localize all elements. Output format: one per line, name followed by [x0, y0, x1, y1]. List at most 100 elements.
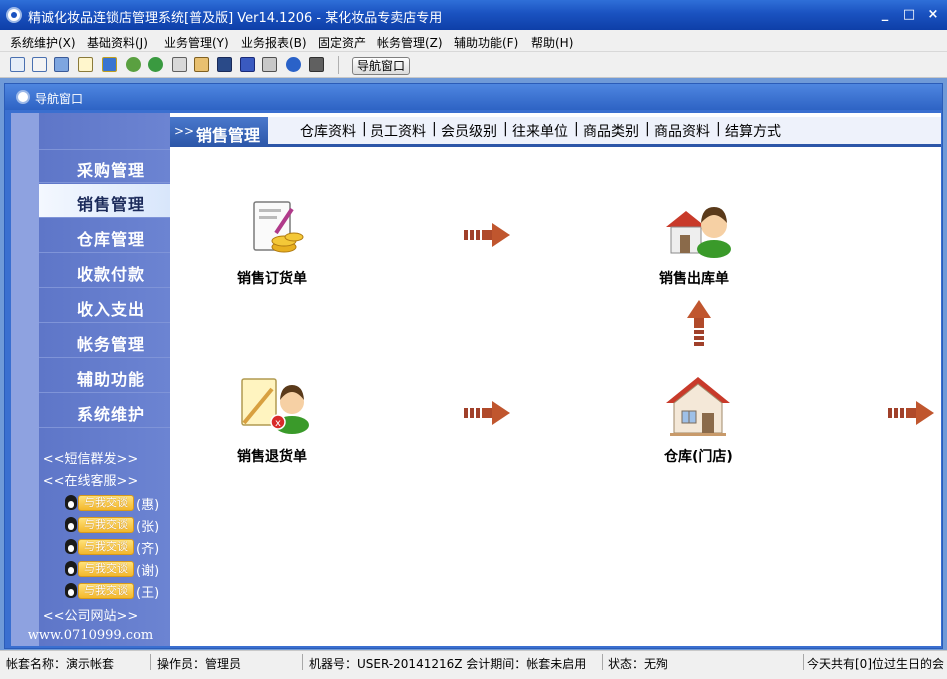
sidebar-item-auxiliary[interactable]: 辅助功能 [39, 359, 170, 393]
sidebar-item-income-expense[interactable]: 收入支出 [39, 289, 170, 323]
qq-penguin-icon [65, 583, 77, 598]
link-separator: | [716, 121, 721, 137]
qq-chat-qi[interactable]: 与我交谈 (齐) [51, 537, 171, 557]
qq-penguin-icon [65, 539, 77, 554]
sales-order-label[interactable]: 销售订货单 [237, 268, 307, 288]
qq-contact-name: (谢) [136, 564, 160, 579]
link-separator: | [574, 121, 579, 137]
qq-contact-name: (张) [136, 520, 160, 535]
sidebar-item-accounting[interactable]: 帐务管理 [39, 324, 170, 358]
flow-arrow-right-icon [888, 401, 934, 425]
status-divider [150, 654, 151, 670]
sidebar-item-sales[interactable]: 销售管理 [39, 184, 170, 218]
chart-icon[interactable] [102, 57, 117, 72]
module-tab-bar: >> 销售管理 仓库资料 | 员工资料 | 会员级别 | 往来单位 | 商品类别… [170, 113, 941, 149]
flow-arrow-up-icon [687, 300, 711, 346]
status-machine: 机器号：USER-20141216Z 会计期间：帐套未启用 [309, 657, 587, 671]
menu-fixed-assets[interactable]: 固定资产 [318, 34, 366, 51]
status-divider [803, 654, 804, 670]
sidebar-item-purchase[interactable]: 采购管理 [39, 149, 170, 183]
warehouse-house-icon[interactable] [664, 375, 732, 437]
users-icon[interactable] [148, 57, 163, 72]
save-icon[interactable] [240, 57, 255, 72]
link-settlement-method[interactable]: 结算方式 [725, 121, 781, 141]
link-separator: | [503, 121, 508, 137]
qq-penguin-icon [65, 561, 77, 576]
app-icon [6, 7, 22, 23]
status-operator: 操作员：管理员 [157, 657, 242, 671]
sales-out-label[interactable]: 销售出库单 [659, 268, 729, 288]
nav-window-button[interactable]: 导航窗口 [352, 57, 411, 75]
link-product-category[interactable]: 商品类别 [583, 121, 639, 141]
menu-auxiliary[interactable]: 辅助功能(F) [454, 34, 518, 51]
sidebar-item-system[interactable]: 系统维护 [39, 394, 170, 428]
website-url[interactable]: www.0710999.com [11, 628, 170, 643]
qq-chat-label: 与我交谈 [78, 561, 134, 577]
print-icon[interactable] [262, 57, 277, 72]
sms-link[interactable]: <<短信群发>> [11, 448, 170, 467]
nav-window-icon [16, 90, 30, 104]
sales-out-icon[interactable] [662, 199, 734, 259]
flow-arrow-right-icon [464, 223, 510, 247]
qq-contact-name: (齐) [136, 542, 160, 557]
link-separator: | [645, 121, 650, 137]
link-separator: | [362, 121, 367, 137]
qq-contact-name: (王) [136, 586, 160, 601]
maximize-button[interactable]: □ [900, 6, 918, 24]
link-partner-units[interactable]: 往来单位 [512, 121, 568, 141]
flow-arrow-right-icon [464, 401, 510, 425]
export-icon[interactable] [194, 57, 209, 72]
table-icon[interactable] [10, 57, 25, 72]
status-birthday: 今天共有[0]位过生日的会 [807, 657, 944, 671]
qq-chat-xie[interactable]: 与我交谈 (谢) [51, 559, 171, 579]
current-module-arrow: >> [174, 124, 195, 138]
toolbar: 导航窗口 [0, 52, 947, 78]
status-account-name: 帐套名称：演示帐套 [6, 657, 115, 671]
help-icon[interactable] [286, 57, 301, 72]
link-warehouse-data[interactable]: 仓库资料 [300, 121, 356, 141]
current-module-tab: >> 销售管理 [170, 117, 268, 147]
sales-return-icon[interactable]: x [238, 375, 314, 435]
title-bar[interactable]: 精诚化妆品连锁店管理系统[普及版] Ver14.1206 - 某化妆品专卖店专用… [0, 0, 947, 30]
nav-window-header: 导航窗口 [5, 84, 942, 110]
qq-chat-zhang[interactable]: 与我交谈 (张) [51, 515, 171, 535]
refresh-icon[interactable] [126, 57, 141, 72]
qq-chat-hui[interactable]: 与我交谈 (惠) [51, 493, 171, 513]
menu-system-maintenance[interactable]: 系统维护(X) [10, 34, 76, 51]
qq-contact-name: (惠) [136, 498, 160, 513]
menu-business-management[interactable]: 业务管理(Y) [164, 34, 229, 51]
qq-penguin-icon [65, 517, 77, 532]
qq-chat-label: 与我交谈 [78, 539, 134, 555]
form-icon[interactable] [32, 57, 47, 72]
exit-icon[interactable] [309, 57, 324, 72]
windows-icon[interactable] [54, 57, 69, 72]
link-staff-data[interactable]: 员工资料 [370, 121, 426, 141]
status-state: 状态：无殉 [608, 657, 669, 671]
minimize-button[interactable]: _ [876, 6, 894, 24]
sidebar-item-payments[interactable]: 收款付款 [39, 254, 170, 288]
sales-return-label[interactable]: 销售退货单 [237, 446, 307, 466]
warehouse-label[interactable]: 仓库(门店) [664, 446, 733, 466]
qq-penguin-icon [65, 495, 77, 510]
window-title: 精诚化妆品连锁店管理系统[普及版] Ver14.1206 - 某化妆品专卖店专用 [28, 11, 443, 26]
notepad-icon[interactable] [78, 57, 93, 72]
menu-accounting[interactable]: 帐务管理(Z) [377, 34, 443, 51]
qq-chat-wang[interactable]: 与我交谈 (王) [51, 581, 171, 601]
link-member-level[interactable]: 会员级别 [441, 121, 497, 141]
link-product-data[interactable]: 商品资料 [654, 121, 710, 141]
status-bar: 帐套名称：演示帐套 操作员：管理员 机器号：USER-20141216Z 会计期… [0, 650, 947, 679]
qq-chat-label: 与我交谈 [78, 517, 134, 533]
menu-business-reports[interactable]: 业务报表(B) [241, 34, 307, 51]
qq-chat-label: 与我交谈 [78, 495, 134, 511]
sidebar-item-warehouse[interactable]: 仓库管理 [39, 219, 170, 253]
quick-links: 仓库资料 | 员工资料 | 会员级别 | 往来单位 | 商品类别 | 商品资料 … [268, 117, 941, 147]
sidebar: 采购管理 销售管理 仓库管理 收款付款 收入支出 帐务管理 辅助功能 系统维护 … [11, 113, 170, 646]
close-button[interactable]: × [924, 6, 942, 24]
print-preview-icon[interactable] [172, 57, 187, 72]
company-website-link[interactable]: <<公司网站>> [11, 605, 170, 624]
menu-help[interactable]: 帮助(H) [531, 34, 573, 51]
sales-order-icon[interactable] [250, 199, 306, 259]
nav-window-title: 导航窗口 [35, 92, 84, 106]
screen-icon[interactable] [217, 57, 232, 72]
menu-basic-data[interactable]: 基础资料(J) [87, 34, 148, 51]
